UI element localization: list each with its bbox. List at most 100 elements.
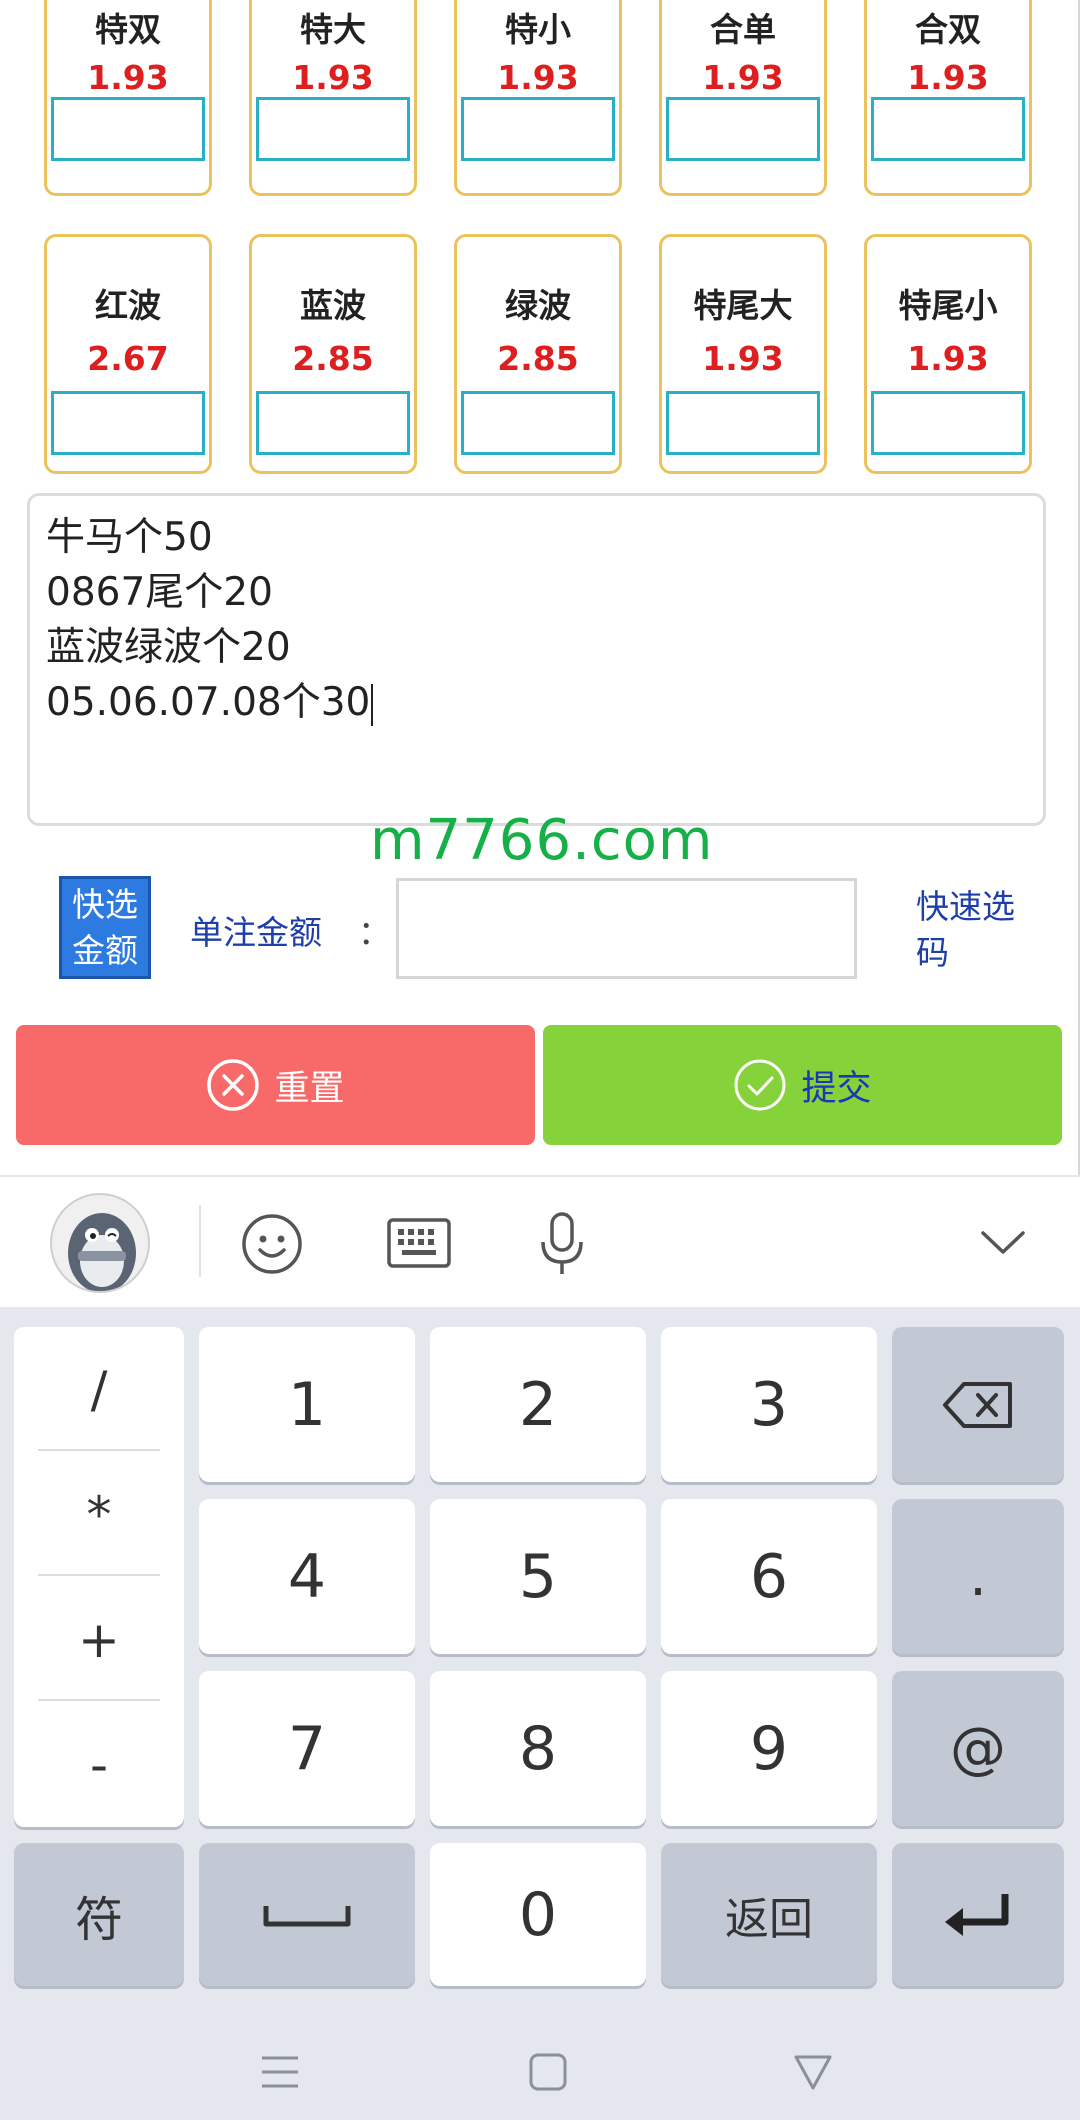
symbol-column: / * + - (14, 1327, 184, 1827)
bet-odds: 1.93 (907, 339, 989, 378)
key-2[interactable]: 2 (430, 1327, 646, 1482)
label-colon: ： (358, 913, 391, 952)
menu-icon[interactable] (260, 2052, 300, 2092)
key-plus[interactable]: + (14, 1577, 184, 1702)
toolbar-separator (199, 1205, 201, 1277)
bet-card[interactable]: 合双 1.93 (864, 0, 1032, 196)
bet-odds: 1.93 (907, 58, 989, 97)
bet-odds: 1.93 (497, 58, 579, 97)
backspace-icon (943, 1381, 1012, 1428)
chevron-down-icon[interactable] (978, 1228, 1028, 1258)
enter-icon (945, 1893, 1009, 1936)
symbols-key[interactable]: 符 (14, 1843, 184, 1986)
bet-amount-input[interactable] (871, 391, 1025, 455)
key-9[interactable]: 9 (661, 1671, 877, 1826)
quick-amount-button[interactable]: 快选 金额 (59, 876, 151, 979)
bet-name: 红波 (95, 286, 161, 325)
reset-label: 重置 (274, 1068, 345, 1109)
penguin-avatar-icon (68, 1213, 136, 1291)
bet-odds: 2.85 (292, 339, 374, 378)
key-4[interactable]: 4 (199, 1499, 415, 1654)
bet-name: 特双 (95, 10, 161, 49)
bet-card[interactable]: 特尾小 1.93 (864, 234, 1032, 474)
bet-name: 绿波 (505, 286, 571, 325)
bet-text-line: 蓝波绿波个20 (46, 625, 291, 670)
key-asterisk[interactable]: * (14, 1452, 184, 1577)
key-minus[interactable]: - (14, 1702, 184, 1827)
bet-amount-input[interactable] (461, 97, 615, 161)
quick-amount-label-1: 快选 (72, 885, 138, 924)
bet-name: 特小 (505, 10, 571, 49)
bet-card[interactable]: 特双 1.93 (44, 0, 212, 196)
key-6[interactable]: 6 (661, 1499, 877, 1654)
single-amount-input[interactable] (396, 878, 857, 979)
symbol-separator (38, 1449, 160, 1451)
submit-button[interactable]: 提交 (543, 1025, 1062, 1145)
close-circle-icon (207, 1059, 260, 1111)
home-icon[interactable] (528, 2052, 568, 2092)
bet-amount-input[interactable] (461, 391, 615, 455)
bet-text-area[interactable]: 牛马个50 0867尾个20 蓝波绿波个20 05.06.07.08个30 (27, 493, 1046, 826)
bet-card[interactable]: 特尾大 1.93 (659, 234, 827, 474)
key-8[interactable]: 8 (430, 1671, 646, 1826)
enter-key[interactable] (892, 1843, 1064, 1986)
symbol-separator (38, 1699, 160, 1701)
submit-label: 提交 (801, 1068, 872, 1109)
bet-card[interactable]: 蓝波 2.85 (249, 234, 417, 474)
key-0[interactable]: 0 (430, 1843, 646, 1986)
bet-card[interactable]: 特大 1.93 (249, 0, 417, 196)
bet-name: 特尾小 (898, 286, 998, 325)
microphone-icon[interactable] (537, 1210, 587, 1278)
single-amount-label: 单注金额 (190, 913, 322, 952)
bet-card[interactable]: 红波 2.67 (44, 234, 212, 474)
bet-amount-input[interactable] (256, 97, 410, 161)
bet-text-line-last: 05.06.07.08个30 (46, 675, 1027, 730)
bet-amount-input[interactable] (51, 97, 205, 161)
key-3[interactable]: 3 (661, 1327, 877, 1482)
quick-pick-link[interactable]: 快速选 码 (916, 884, 1036, 976)
bet-name: 合单 (710, 10, 776, 49)
back-triangle-icon[interactable] (793, 2052, 833, 2092)
space-icon (263, 1905, 351, 1926)
text-caret (371, 683, 374, 726)
check-circle-icon (734, 1059, 786, 1111)
bet-odds: 1.93 (702, 58, 784, 97)
space-key[interactable] (199, 1843, 415, 1986)
key-slash[interactable]: / (14, 1327, 184, 1452)
page: 特双 1.93 特大 1.93 特小 1.93 合单 1.93 合双 1.93 … (0, 0, 1080, 2120)
bet-amount-input[interactable] (51, 391, 205, 455)
symbol-separator (38, 1574, 160, 1576)
bet-text-line: 05.06.07.08个30 (46, 680, 371, 725)
quick-pick-label-2: 码 (916, 933, 949, 972)
bet-amount-input[interactable] (871, 97, 1025, 161)
bet-card[interactable]: 绿波 2.85 (454, 234, 622, 474)
reset-button[interactable]: 重置 (16, 1025, 535, 1145)
bet-odds: 1.93 (702, 339, 784, 378)
back-key[interactable]: 返回 (661, 1843, 877, 1986)
quick-pick-label-1: 快速选 (916, 887, 1015, 926)
backspace-key[interactable] (892, 1327, 1064, 1482)
bet-amount-input[interactable] (666, 391, 820, 455)
bet-name: 合双 (915, 10, 981, 49)
key-5[interactable]: 5 (430, 1499, 646, 1654)
quick-amount-label-2: 金额 (72, 931, 138, 970)
bet-name: 特大 (300, 10, 366, 49)
emoji-icon[interactable] (240, 1212, 304, 1276)
avatar[interactable] (50, 1193, 150, 1293)
key-dot[interactable]: . (892, 1499, 1064, 1654)
key-7[interactable]: 7 (199, 1671, 415, 1826)
bet-card[interactable]: 特小 1.93 (454, 0, 622, 196)
bet-name: 蓝波 (300, 286, 366, 325)
bet-name: 特尾大 (693, 286, 793, 325)
bet-odds: 1.93 (87, 58, 169, 97)
key-at[interactable]: @ (892, 1671, 1064, 1826)
bet-amount-input[interactable] (256, 391, 410, 455)
bet-text-line: 牛马个50 (46, 515, 213, 560)
bet-odds: 1.93 (292, 58, 374, 97)
watermark: m7766.com (370, 808, 714, 873)
bet-card[interactable]: 合单 1.93 (659, 0, 827, 196)
key-1[interactable]: 1 (199, 1327, 415, 1482)
bet-text-line: 0867尾个20 (46, 570, 273, 615)
keyboard-icon[interactable] (386, 1214, 452, 1272)
bet-amount-input[interactable] (666, 97, 820, 161)
